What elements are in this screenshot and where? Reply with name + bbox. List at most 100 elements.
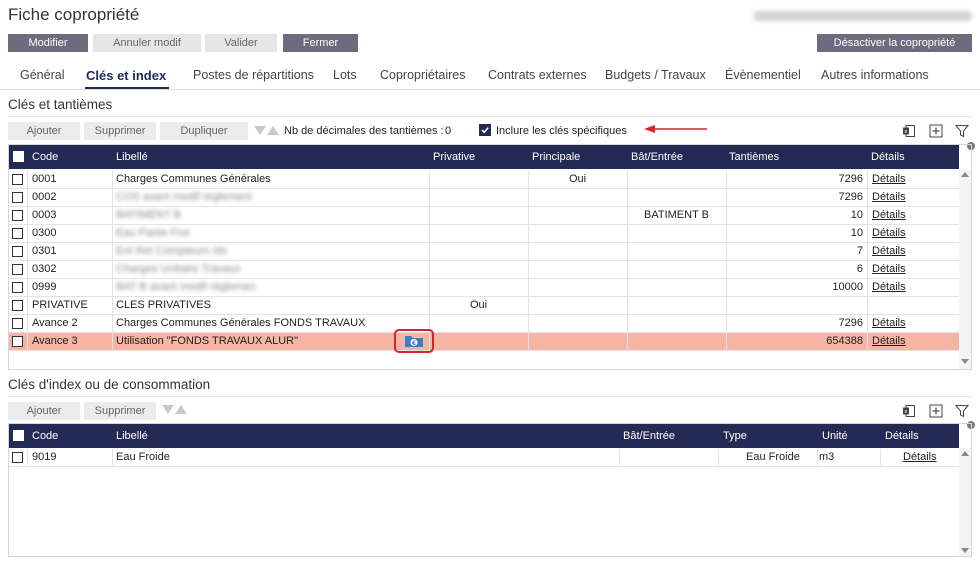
col-header-code[interactable]: Code	[32, 424, 58, 448]
col-header-unite[interactable]: Unité	[822, 424, 848, 448]
table-row-highlighted[interactable]: Avance 3 Utilisation "FONDS TRAVAUX ALUR…	[9, 333, 959, 351]
desactiver-copropriete-button[interactable]: Désactiver la copropriété	[817, 34, 972, 52]
cell-tantiemes: 10	[850, 227, 863, 239]
details-link[interactable]: Détails	[872, 243, 906, 260]
table-row[interactable]: 0301 Ent Ret Compteurs Idx 7 Détails	[9, 243, 959, 261]
row-checkbox[interactable]	[12, 192, 23, 203]
col-header-privative[interactable]: Privative	[433, 145, 475, 169]
col-header-code[interactable]: Code	[32, 145, 58, 169]
tab-postes-repartitions[interactable]: Postes de répartitions	[193, 68, 314, 82]
row-checkbox[interactable]	[12, 246, 23, 257]
row-checkbox[interactable]	[12, 300, 23, 311]
select-all-checkbox[interactable]	[13, 430, 24, 441]
move-down-icon[interactable]	[254, 126, 266, 135]
cell-bat-entree	[627, 315, 726, 332]
col-header-libelle[interactable]: Libellé	[116, 145, 148, 169]
row-checkbox[interactable]	[12, 452, 23, 463]
cell-libelle: Ent Ret Compteurs Idx	[116, 245, 228, 257]
scroll-down-icon[interactable]	[961, 548, 969, 553]
cell-privative	[429, 171, 528, 188]
filter-icon[interactable]	[955, 404, 969, 418]
tab-cles-et-index[interactable]: Clés et index	[86, 68, 166, 83]
scroll-up-icon[interactable]	[961, 451, 969, 456]
table-row[interactable]: 0300 Eau Partie Froi 10 Détails	[9, 225, 959, 243]
row-checkbox[interactable]	[12, 318, 23, 329]
dupliquer-cle-button[interactable]: Dupliquer	[160, 122, 248, 140]
export-excel-icon[interactable]: x	[902, 404, 916, 418]
fermer-button[interactable]: Fermer	[283, 34, 358, 52]
tab-lots[interactable]: Lots	[333, 68, 357, 82]
modifier-button[interactable]: Modifier	[8, 34, 88, 52]
details-link[interactable]: Détails	[903, 449, 937, 466]
col-header-type[interactable]: Type	[723, 424, 747, 448]
cell-tantiemes: 654388	[826, 335, 863, 347]
details-link[interactable]: Détails	[872, 225, 906, 242]
move-up-icon[interactable]	[267, 126, 279, 135]
cell-type: Eau Froide	[746, 451, 800, 463]
details-link[interactable]: Détails	[872, 261, 906, 278]
table-row[interactable]: PRIVATIVE CLES PRIVATIVES Oui	[9, 297, 959, 315]
cell-libelle: CLES PRIVATIVES	[116, 299, 211, 311]
valider-button[interactable]: Valider	[205, 34, 277, 52]
details-link[interactable]: Détails	[872, 207, 906, 224]
table-row[interactable]: 0002 COS avant modif règlement 7296 Déta…	[9, 189, 959, 207]
add-window-icon[interactable]	[929, 124, 943, 138]
col-header-details[interactable]: Détails	[885, 424, 919, 448]
add-window-icon[interactable]	[929, 404, 943, 418]
row-checkbox[interactable]	[12, 282, 23, 293]
table-row[interactable]: 0302 Charges Unitaire Travaux 6 Détails	[9, 261, 959, 279]
row-checkbox[interactable]	[12, 210, 23, 221]
ajouter-cle-button[interactable]: Ajouter	[8, 122, 80, 140]
tab-budgets-travaux[interactable]: Budgets / Travaux	[605, 68, 706, 82]
scroll-down-icon[interactable]	[961, 359, 969, 364]
tab-general[interactable]: Général	[20, 68, 64, 82]
cell-unite: m3	[819, 451, 835, 463]
keys-grid: Code Libellé Privative Principale Bât/En…	[8, 144, 972, 370]
details-link[interactable]: Détails	[872, 333, 906, 350]
table-row[interactable]: 0003 BATIMENT B BATIMENT B 10 Détails	[9, 207, 959, 225]
col-header-details[interactable]: Détails	[871, 145, 905, 169]
col-header-libelle[interactable]: Libellé	[116, 424, 148, 448]
scroll-up-icon[interactable]	[961, 172, 969, 177]
details-link[interactable]: Détails	[872, 279, 906, 296]
annuler-modif-button[interactable]: Annuler modif	[93, 34, 201, 52]
row-checkbox[interactable]	[12, 228, 23, 239]
tab-autres-informations[interactable]: Autres informations	[821, 68, 929, 82]
move-up-icon[interactable]	[175, 405, 187, 414]
supprimer-index-button[interactable]: Supprimer	[84, 402, 156, 420]
export-excel-icon[interactable]: x	[902, 124, 916, 138]
include-specific-checkbox[interactable]	[479, 124, 491, 136]
row-checkbox[interactable]	[12, 174, 23, 185]
tab-contrats-externes[interactable]: Contrats externes	[488, 68, 587, 82]
cell-code: 0003	[32, 209, 57, 221]
cell-libelle: Charges Unitaire Travaux	[116, 263, 241, 275]
table-row[interactable]: Avance 2 Charges Communes Générales FOND…	[9, 315, 959, 333]
decimals-value[interactable]: 0	[445, 125, 451, 137]
select-all-checkbox[interactable]	[13, 151, 24, 162]
filter-icon[interactable]	[955, 124, 969, 138]
details-link[interactable]: Détails	[872, 189, 906, 206]
table-row[interactable]: 9019 Eau Froide Eau Froide m3 Détails	[9, 449, 959, 467]
col-header-tantiemes[interactable]: Tantièmes	[729, 145, 779, 169]
index-grid-scrollbar[interactable]	[959, 448, 971, 556]
col-header-principale[interactable]: Principale	[532, 145, 580, 169]
annotation-arrow-icon	[644, 125, 707, 133]
euro-folder-icon[interactable]: €	[404, 334, 424, 348]
supprimer-cle-button[interactable]: Supprimer	[84, 122, 156, 140]
keys-grid-scrollbar[interactable]	[959, 169, 971, 369]
details-link[interactable]: Détails	[872, 315, 906, 332]
col-header-bat-entree[interactable]: Bât/Entrée	[623, 424, 675, 448]
details-link[interactable]: Détails	[872, 171, 906, 188]
table-row[interactable]: 0999 BAT B avant modif règlement 10000 D…	[9, 279, 959, 297]
tab-evenementiel[interactable]: Évènementiel	[725, 68, 801, 82]
cell-principale	[528, 279, 627, 296]
row-checkbox[interactable]	[12, 264, 23, 275]
row-checkbox[interactable]	[12, 336, 23, 347]
table-row[interactable]: 0001 Charges Communes Générales Oui 7296…	[9, 171, 959, 189]
tab-coproprietaires[interactable]: Copropriétaires	[380, 68, 465, 82]
cell-tantiemes: 6	[856, 263, 863, 275]
ajouter-index-button[interactable]: Ajouter	[8, 402, 80, 420]
move-down-icon[interactable]	[162, 405, 174, 414]
col-header-bat-entree[interactable]: Bât/Entrée	[631, 145, 683, 169]
section-divider	[8, 116, 972, 117]
